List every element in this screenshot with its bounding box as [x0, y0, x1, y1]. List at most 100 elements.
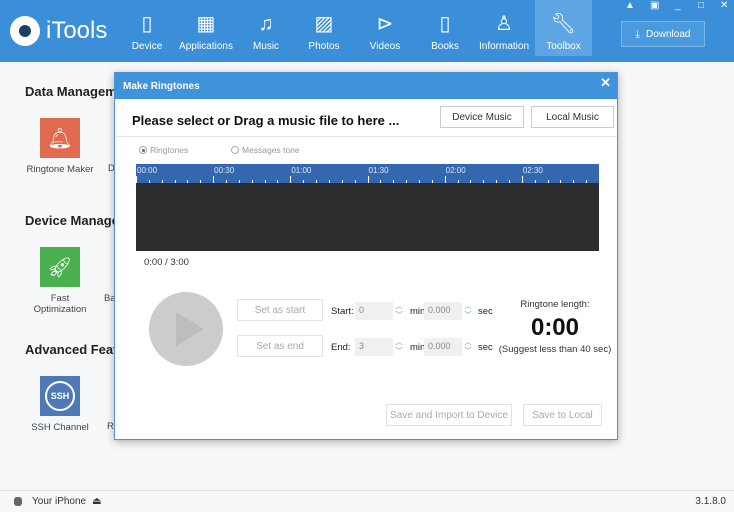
- radio-messages-tone[interactable]: Messages tone: [231, 145, 300, 155]
- tool-fragment: R: [107, 421, 114, 432]
- app-name: iTools: [46, 17, 108, 44]
- close-icon[interactable]: ✕: [720, 0, 728, 11]
- ruler-label: 00:00: [137, 166, 158, 175]
- maximize-icon[interactable]: □: [698, 0, 704, 11]
- tool-label: SSH Channel: [31, 422, 89, 433]
- ruler-tick: [136, 176, 137, 183]
- ruler-label: 01:00: [291, 166, 312, 175]
- dialog-titlebar: Make Ringtones ✕: [115, 73, 617, 99]
- nav-device[interactable]: ▯ Device: [124, 0, 170, 56]
- sec-unit: sec: [478, 306, 493, 317]
- ruler-tick: [161, 180, 163, 183]
- end-sec-stepper[interactable]: ︿ ﹀: [463, 338, 473, 356]
- start-sec-input[interactable]: 0.000: [424, 302, 462, 320]
- save-local-button[interactable]: Save to Local: [523, 404, 602, 426]
- ruler-tick: [496, 180, 498, 183]
- top-bar: iTools ▯ Device ▦ Applications ♫ Music ▨ Pho…: [0, 0, 734, 62]
- dialog-close-icon[interactable]: ✕: [600, 75, 611, 91]
- radio-label: Messages tone: [242, 145, 300, 155]
- section-device-management: Device Manage: [25, 213, 119, 228]
- length-suggestion: (Suggest less than 40 sec): [498, 344, 612, 355]
- settings-icon[interactable]: ▣: [650, 0, 659, 11]
- ringtone-length-panel: Ringtone length: 0:00 (Suggest less than…: [495, 299, 615, 355]
- playback-time: 0:00 / 3:00: [144, 257, 189, 268]
- nav-music[interactable]: ♫ Music: [246, 0, 286, 56]
- device-music-button[interactable]: Device Music: [440, 106, 524, 128]
- ruler-tick: [187, 180, 189, 183]
- start-sec-stepper[interactable]: ︿ ﹀: [463, 302, 473, 320]
- timeline-ruler: 00:00 00:30 01:00 01:30 02:00 02:30: [136, 164, 599, 183]
- nav-information[interactable]: ♙ Information: [476, 0, 532, 56]
- nav-label: Toolbox: [546, 41, 581, 52]
- logo-icon: [10, 16, 40, 46]
- save-import-button[interactable]: Save and Import to Device: [386, 404, 512, 426]
- ruler-tick: [444, 176, 446, 183]
- nav-photos[interactable]: ▨ Photos: [302, 0, 346, 56]
- ruler-tick: [547, 180, 549, 183]
- book-icon: ▯: [439, 13, 451, 35]
- nav-label: Information: [478, 41, 530, 52]
- apple-logo-icon: [14, 497, 22, 506]
- ruler-tick: [148, 180, 150, 183]
- set-as-end-button[interactable]: Set as end: [237, 335, 323, 357]
- divider: [115, 136, 617, 137]
- ruler-tick: [303, 180, 305, 183]
- section-data-management: Data Managem: [25, 84, 117, 99]
- ruler-tick: [354, 180, 356, 183]
- play-icon: [176, 312, 204, 346]
- start-label: Start:: [331, 306, 354, 317]
- ruler-tick: [341, 180, 343, 183]
- section-advanced-features: Advanced Featu: [25, 342, 126, 357]
- ruler-tick: [328, 180, 330, 183]
- local-music-button[interactable]: Local Music: [531, 106, 614, 128]
- radio-ringtones[interactable]: Ringtones: [139, 145, 188, 155]
- ruler-tick: [238, 180, 240, 183]
- person-icon: ♙: [495, 13, 513, 35]
- end-label: End:: [331, 342, 351, 353]
- ssh-icon: SSH: [40, 376, 80, 416]
- end-min-input[interactable]: 3: [355, 338, 393, 356]
- ruler-tick: [560, 180, 562, 183]
- download-button[interactable]: ⤓ Download: [621, 21, 705, 47]
- eject-icon[interactable]: ⏏: [92, 496, 101, 507]
- grid-icon: ▦: [196, 13, 216, 35]
- ruler-tick: [586, 180, 588, 183]
- ssh-icon-text: SSH: [45, 381, 75, 411]
- ruler-tick: [573, 180, 575, 183]
- ruler-tick: [483, 180, 485, 183]
- nav-label: Videos: [369, 41, 401, 52]
- ruler-tick: [264, 180, 266, 183]
- ruler-tick: [521, 176, 523, 183]
- ruler-tick: [457, 180, 459, 183]
- end-min-stepper[interactable]: ︿ ﹀: [394, 338, 404, 356]
- ruler-tick: [226, 180, 228, 183]
- nav-label: Device: [131, 41, 163, 52]
- start-min-input[interactable]: 0: [355, 302, 393, 320]
- ruler-tick: [290, 176, 292, 183]
- shirt-icon[interactable]: ▲: [625, 0, 635, 11]
- tool-fast-optimization[interactable]: 🚀︎ Fast Optimization: [20, 247, 100, 315]
- ruler-tick: [380, 180, 382, 183]
- nav-videos[interactable]: ⊳ Videos: [364, 0, 406, 56]
- minimize-icon[interactable]: _: [675, 0, 681, 11]
- end-sec-input[interactable]: 0.000: [424, 338, 462, 356]
- nav-books[interactable]: ▯ Books: [426, 0, 464, 56]
- tool-ringtone-maker[interactable]: 🔔︎ Ringtone Maker: [20, 118, 100, 175]
- ruler-label: 02:00: [445, 166, 466, 175]
- radio-label: Ringtones: [150, 145, 189, 155]
- device-name[interactable]: Your iPhone: [32, 496, 86, 507]
- length-value: 0:00: [530, 314, 580, 341]
- nav-label: Books: [431, 41, 459, 52]
- nav-applications[interactable]: ▦ Applications: [176, 0, 236, 56]
- waveform-area[interactable]: 00:00 00:30 01:00 01:30 02:00 02:30: [136, 164, 599, 251]
- set-as-start-button[interactable]: Set as start: [237, 299, 323, 321]
- tool-ssh-channel[interactable]: SSH SSH Channel: [20, 376, 100, 433]
- start-min-stepper[interactable]: ︿ ﹀: [394, 302, 404, 320]
- ruler-label: 01:30: [368, 166, 389, 175]
- play-button[interactable]: [149, 292, 223, 366]
- nav-toolbox[interactable]: 🔧︎ Toolbox: [535, 0, 592, 56]
- ruler-tick: [393, 180, 395, 183]
- ruler-tick: [200, 180, 202, 183]
- nav-label: Music: [252, 41, 280, 52]
- tool-label: Optimization: [33, 304, 87, 315]
